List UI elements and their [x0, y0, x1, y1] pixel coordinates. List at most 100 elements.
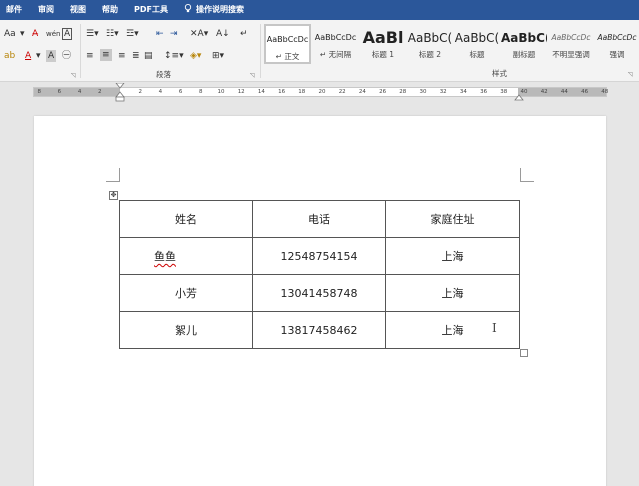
shading-icon[interactable]: ◈▾	[190, 50, 201, 62]
tab-help[interactable]: 帮助	[94, 0, 126, 20]
style-heading-2[interactable]: AaBbC( 标题 2	[407, 24, 453, 64]
style-name: 标题 2	[418, 50, 442, 59]
table-row: 小芳 13041458748 上海	[119, 274, 520, 312]
style-emphasis[interactable]: AaBbCcDc 强调	[595, 24, 639, 64]
char-shading-icon[interactable]: A	[46, 50, 57, 62]
ruler-tick-label: 46	[581, 89, 589, 95]
horizontal-ruler[interactable]: 8 6 4 2 2 4 6 8 10 12 14 16 18 20 22 24 26 28 30 32 34 36 38 40…	[33, 83, 608, 102]
justify-icon[interactable]: ≣	[132, 50, 140, 62]
style-no-spacing[interactable]: AaBbCcDc ↵ 无间隔	[312, 24, 359, 64]
tell-me-search[interactable]: 操作说明搜索	[176, 0, 252, 20]
tab-mailings[interactable]: 邮件	[0, 0, 30, 20]
document-page[interactable]: ✥ 姓名 电话 家庭住址 鱼鱼 12548754154 上海 小芳 130414…	[34, 116, 606, 486]
table-cell[interactable]: 姓名	[119, 200, 253, 238]
ruler-tick-label: 30	[419, 89, 427, 95]
style-name: ↵ 正文	[275, 52, 300, 61]
change-case-button[interactable]: Aa	[4, 28, 16, 40]
borders-icon[interactable]: ⊞▾	[212, 50, 224, 62]
cell-text: 鱼鱼	[154, 250, 176, 263]
ruler-tick-label: 24	[358, 89, 366, 95]
ribbon-tab-bar: 邮件 审阅 视图 帮助 PDF工具 操作说明搜索	[0, 0, 639, 20]
table-cell[interactable]: 家庭住址	[385, 200, 520, 238]
ruler-tick-label: 6	[178, 89, 183, 95]
ruler-tick-label: 28	[399, 89, 407, 95]
ruler-tick-label: 4	[77, 89, 82, 95]
ruler-tick-label: 32	[439, 89, 447, 95]
table-cell[interactable]: 12548754154	[252, 237, 386, 275]
style-normal[interactable]: AaBbCcDc ↵ 正文	[264, 24, 311, 64]
horizontal-ruler-area: 8 6 4 2 2 4 6 8 10 12 14 16 18 20 22 24 26 28 30 32 34 36 38 40…	[0, 82, 639, 102]
style-subtle-emphasis[interactable]: AaBbCcDc 不明显强调	[548, 24, 594, 64]
multilevel-list-icon[interactable]: ☲▾	[126, 28, 139, 40]
style-sample: AaBbCcDc	[314, 33, 357, 42]
ruler-tick-label: 2	[98, 89, 102, 95]
paragraph-dialog-launcher[interactable]: ◹	[250, 72, 255, 79]
align-center-icon[interactable]: ≡	[100, 49, 112, 61]
group-separator	[260, 24, 261, 78]
align-right-icon[interactable]: ≡	[118, 50, 126, 62]
style-subtitle[interactable]: AaBbC( 副标题	[501, 24, 547, 64]
table-move-handle-icon[interactable]: ✥	[109, 191, 118, 200]
line-spacing-icon[interactable]: ↕≡▾	[164, 50, 184, 62]
style-name: 强调	[609, 50, 625, 59]
decrease-indent-icon[interactable]: ⇤	[156, 28, 164, 40]
style-name: 标题 1	[371, 50, 395, 59]
sort-icon[interactable]: A↓	[216, 28, 230, 40]
ruler-tick-label: 36	[480, 89, 488, 95]
table-row: 絮儿 13817458462 上海	[119, 311, 520, 349]
table-cell[interactable]: 13041458748	[252, 274, 386, 312]
text-cursor-icon: I	[492, 321, 497, 335]
dropdown-icon[interactable]: ▾	[20, 28, 25, 40]
tab-view[interactable]: 视图	[62, 0, 94, 20]
paragraph-group-label: 段落	[156, 70, 171, 79]
ruler-tick-label: 38	[500, 89, 508, 95]
styles-gallery: AaBbCcDc ↵ 正文 AaBbCcDc ↵ 无间隔 AaBl 标题 1 A…	[264, 24, 639, 66]
table-cell[interactable]: 鱼鱼	[119, 237, 253, 275]
align-left-icon[interactable]: ≡	[86, 50, 94, 62]
ruler-tick-label: 22	[338, 89, 346, 95]
style-title[interactable]: AaBbC( 标题	[454, 24, 500, 64]
style-sample: AaBbC(	[407, 31, 453, 45]
table-cell[interactable]: 絮儿	[119, 311, 253, 349]
styles-group-label: 样式	[492, 69, 507, 78]
ruler-tick-label: 8	[199, 89, 203, 95]
style-sample: AaBbC(	[501, 31, 547, 45]
table-cell[interactable]: 小芳	[119, 274, 253, 312]
tab-review[interactable]: 审阅	[30, 0, 62, 20]
font-dialog-launcher[interactable]: ◹	[71, 72, 76, 79]
char-border-icon[interactable]: A	[62, 28, 73, 40]
distribute-icon[interactable]: ▤	[144, 50, 153, 62]
table-cell[interactable]: 上海	[385, 274, 520, 312]
numbering-icon[interactable]: ☷▾	[106, 28, 119, 40]
styles-dialog-launcher[interactable]: ◹	[628, 71, 633, 78]
ruler-tick-label: 20	[318, 89, 326, 95]
ruler-tick-label: 6	[57, 89, 62, 95]
ruler-tick-label: 16	[278, 89, 286, 95]
font-color-icon[interactable]: A	[25, 50, 31, 62]
show-marks-icon[interactable]: ↵	[240, 28, 248, 40]
lightbulb-icon	[184, 4, 192, 13]
bullets-icon[interactable]: ☰▾	[86, 28, 99, 40]
phonetic-guide-icon[interactable]: wén	[46, 28, 60, 40]
increase-indent-icon[interactable]: ⇥	[170, 28, 178, 40]
style-sample: AaBbCcDc	[551, 33, 591, 42]
ruler-tick-label: 18	[298, 89, 306, 95]
table-cell[interactable]: 13817458462	[252, 311, 386, 349]
data-table: 姓名 电话 家庭住址 鱼鱼 12548754154 上海 小芳 13041458…	[119, 200, 520, 349]
style-heading-1[interactable]: AaBl 标题 1	[360, 24, 406, 64]
chinese-layout-icon[interactable]: ✕A▾	[190, 28, 208, 40]
indent-marker-icon[interactable]	[114, 83, 126, 103]
table-resize-handle[interactable]	[520, 349, 528, 357]
table-cell[interactable]: 电话	[252, 200, 386, 238]
enclose-char-icon[interactable]: ㊀	[62, 50, 71, 62]
ruler-tick-label: 4	[158, 89, 163, 95]
ruler-tick-label: 26	[379, 89, 387, 95]
tab-pdf-tools[interactable]: PDF工具	[126, 0, 176, 20]
style-name: 不明显强调	[552, 50, 590, 59]
clear-format-icon[interactable]: A̶	[32, 28, 38, 40]
table-cell[interactable]: 上海	[385, 237, 520, 275]
right-indent-marker-icon[interactable]	[514, 91, 524, 101]
dropdown-icon[interactable]: ▾	[36, 50, 41, 62]
table-cell[interactable]: 上海	[385, 311, 520, 349]
highlight-icon[interactable]: ab	[4, 50, 15, 62]
